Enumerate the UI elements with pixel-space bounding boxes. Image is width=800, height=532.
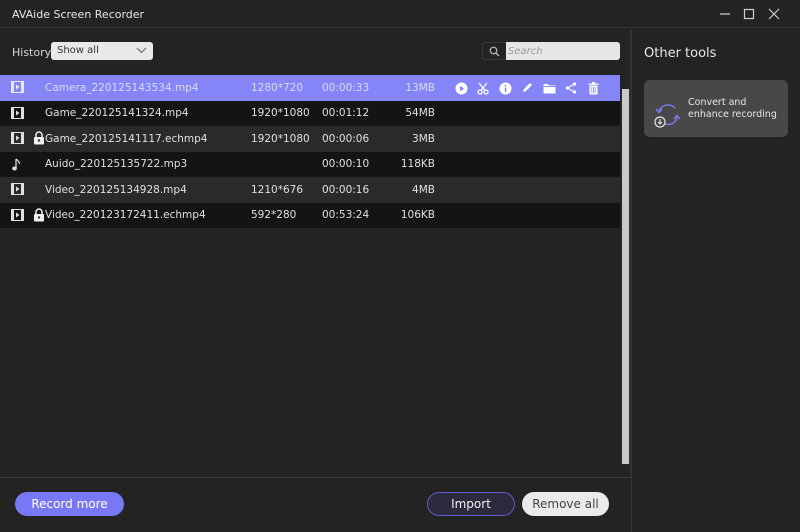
search-input[interactable] <box>506 42 620 60</box>
convert-icon <box>654 104 681 128</box>
file-resolution: 1920*1080 <box>251 132 310 145</box>
lock-icon <box>33 207 45 225</box>
lock-icon <box>33 131 45 148</box>
delete-button[interactable] <box>582 80 604 96</box>
minimize-button[interactable] <box>717 6 733 22</box>
file-row[interactable]: Game_220125141324.mp4 1920*1080 00:01:12 54… <box>0 100 620 126</box>
file-duration: 00:01:12 <box>322 107 370 120</box>
file-size: 118KB <box>400 158 435 171</box>
trim-icon <box>477 82 489 95</box>
share-icon <box>565 82 577 94</box>
file-duration: 00:00:16 <box>322 183 370 196</box>
footer-divider <box>0 477 631 478</box>
video-file-icon <box>11 81 24 94</box>
file-name: Video_220123172411.echmp4 <box>45 209 206 222</box>
video-file-icon <box>11 183 24 196</box>
file-resolution: 1920*1080 <box>251 107 310 120</box>
file-row[interactable]: Auido_220125135722.mp3 00:00:10 118KB <box>0 151 620 177</box>
trim-button[interactable] <box>472 80 494 96</box>
file-resolution: 1280*720 <box>251 81 304 94</box>
file-row[interactable]: Video_220123172411.echmp4 592*280 00:53:24… <box>0 202 620 228</box>
video-file-icon <box>11 106 24 120</box>
maximize-button[interactable] <box>741 6 757 22</box>
remove-all-button[interactable]: Remove all <box>522 492 609 516</box>
rename-button[interactable] <box>516 80 538 96</box>
history-label: History <box>12 46 52 59</box>
open-folder-icon <box>543 83 555 93</box>
file-list: Camera_220125143534.mp4 1280*720 00:00:33 1… <box>0 75 620 228</box>
delete-icon <box>588 81 598 94</box>
file-name: Game_220125141324.mp4 <box>45 107 189 120</box>
file-duration: 00:00:33 <box>322 81 370 94</box>
title-bar: AVAide Screen Recorder <box>0 0 800 28</box>
audio-file-icon <box>11 158 24 171</box>
file-size: 4MB <box>412 183 435 196</box>
file-name: Video_220125134928.mp4 <box>45 183 187 196</box>
file-row[interactable]: Camera_220125143534.mp4 1280*720 00:00:33 1… <box>0 75 620 101</box>
file-duration: 00:53:24 <box>322 209 370 222</box>
file-duration: 00:00:06 <box>322 132 370 145</box>
search-button[interactable] <box>482 42 506 60</box>
video-file-icon <box>11 132 24 145</box>
other-tools-sidebar: Other tools Convert and enhance recordin… <box>631 29 800 532</box>
file-row[interactable]: Video_220125134928.mp4 1210*676 00:00:16 4M… <box>0 177 620 203</box>
share-button[interactable] <box>560 80 582 96</box>
scrollbar-thumb[interactable] <box>622 89 629 464</box>
history-panel: History Show all Camera_220125143534.mp4… <box>0 29 631 478</box>
close-button[interactable] <box>766 6 782 22</box>
file-size: 13MB <box>405 81 435 94</box>
maximize-icon <box>743 8 755 20</box>
info-button[interactable] <box>494 80 516 96</box>
file-name: Camera_220125143534.mp4 <box>45 81 199 94</box>
close-icon <box>768 8 780 20</box>
record-more-button[interactable]: Record more <box>15 492 124 516</box>
video-file-icon <box>11 208 24 222</box>
chevron-down-icon <box>136 47 147 54</box>
file-size: 3MB <box>412 132 435 145</box>
row-actions <box>450 80 604 96</box>
info-icon <box>499 82 511 94</box>
file-row[interactable]: Game_220125141117.echmp4 1920*1080 00:00:0… <box>0 126 620 152</box>
play-button[interactable] <box>450 80 472 96</box>
play-icon <box>455 82 467 94</box>
open-folder-button[interactable] <box>538 80 560 96</box>
file-name: Game_220125141117.echmp4 <box>45 132 208 145</box>
minimize-icon <box>720 13 730 15</box>
convert-enhance-tool-card[interactable]: Convert and enhance recording <box>644 80 788 137</box>
import-button[interactable]: Import <box>427 492 515 516</box>
app-title: AVAide Screen Recorder <box>12 8 145 21</box>
rename-icon <box>523 83 532 92</box>
file-resolution: 1210*676 <box>251 183 304 196</box>
file-size: 54MB <box>405 107 435 120</box>
file-size: 106KB <box>400 209 435 222</box>
search-icon <box>489 46 500 56</box>
convert-enhance-label: Convert and enhance recording <box>688 97 777 120</box>
history-filter-dropdown[interactable]: Show all <box>51 42 153 60</box>
file-duration: 00:00:10 <box>322 158 370 171</box>
file-name: Auido_220125135722.mp3 <box>45 158 188 171</box>
file-resolution: 592*280 <box>251 209 297 222</box>
other-tools-title: Other tools <box>644 46 717 61</box>
history-filter-value: Show all <box>57 45 99 56</box>
